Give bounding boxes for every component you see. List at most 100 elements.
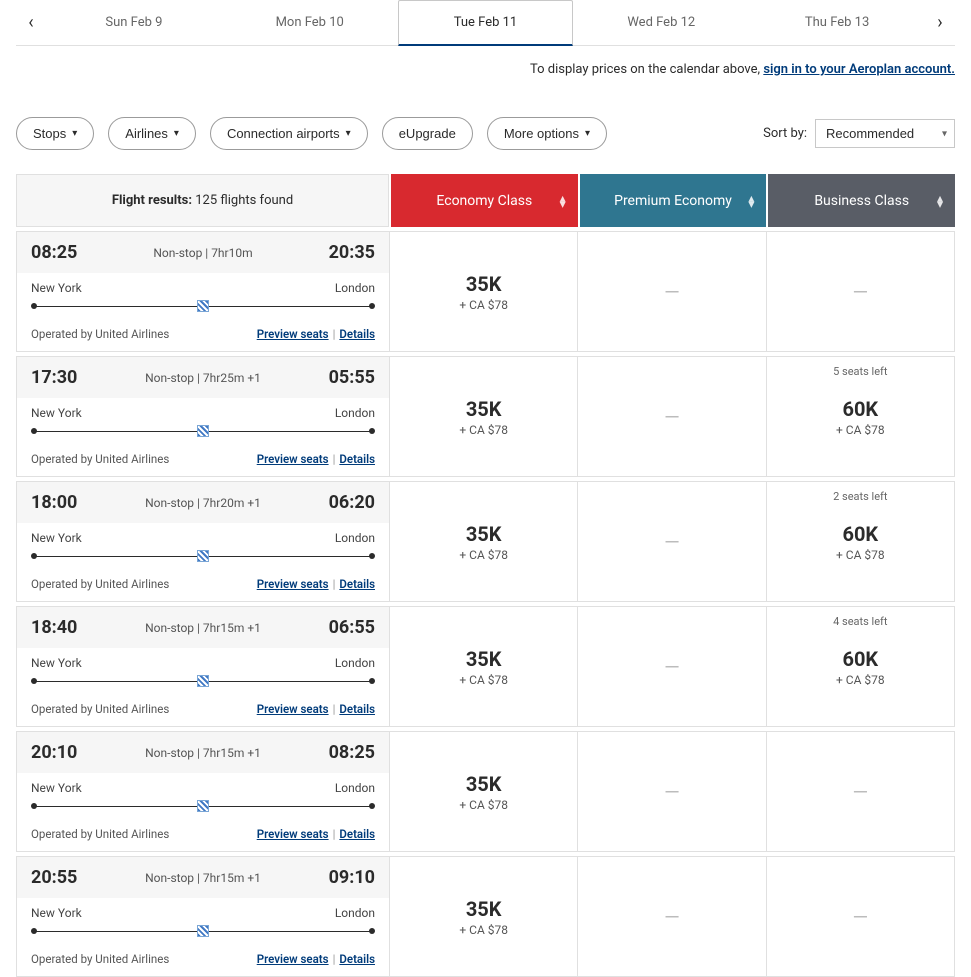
filter-connection-airports[interactable]: Connection airports▾ [210, 117, 368, 150]
price-cell-economy[interactable]: 35K + CA $78 [390, 607, 578, 726]
class-header-business[interactable]: Business Class ▴▾ [768, 174, 955, 227]
price-cell-economy[interactable]: 35K + CA $78 [390, 357, 578, 476]
destination-city: London [335, 531, 375, 545]
sort-label: Sort by: [763, 126, 807, 141]
sort-wrap: Sort by: Recommended [763, 119, 955, 148]
filters-row: Stops▾ Airlines▾ Connection airports▾ eU… [16, 109, 955, 174]
date-prev-button[interactable]: ‹ [16, 0, 46, 45]
caret-down-icon: ▾ [585, 128, 590, 139]
stops-duration: Non-stop | 7hr15m +1 [145, 621, 261, 635]
price-cell-business[interactable]: — [767, 732, 954, 851]
price-cell-premium[interactable]: — [578, 732, 766, 851]
details-link[interactable]: Details [339, 327, 375, 341]
price-cell-premium[interactable]: — [578, 357, 766, 476]
filter-more-options[interactable]: More options▾ [487, 117, 607, 150]
preview-seats-link[interactable]: Preview seats [257, 827, 329, 841]
arrival-time: 20:35 [329, 242, 375, 263]
seats-left: 2 seats left [767, 490, 954, 503]
flight-timeline [31, 926, 375, 936]
caret-down-icon: ▾ [174, 128, 179, 139]
unavailable-dash: — [664, 530, 680, 554]
details-link[interactable]: Details [339, 952, 375, 966]
filter-stops[interactable]: Stops▾ [16, 117, 94, 150]
flight-timeline [31, 676, 375, 686]
price-cell-premium[interactable]: — [578, 857, 766, 976]
date-tab-strip: ‹ Sun Feb 9Mon Feb 10Tue Feb 11Wed Feb 1… [16, 0, 955, 46]
stops-duration: Non-stop | 7hr20m +1 [145, 496, 261, 510]
price-cell-premium[interactable]: — [578, 232, 766, 351]
class-header-premium[interactable]: Premium Economy ▴▾ [580, 174, 767, 227]
unavailable-dash: — [853, 905, 869, 929]
operated-by: Operated by United Airlines [31, 577, 169, 591]
preview-seats-link[interactable]: Preview seats [257, 952, 329, 966]
destination-city: London [335, 906, 375, 920]
price-cell-economy[interactable]: 35K + CA $78 [390, 857, 578, 976]
price-cell-business[interactable]: 4 seats left 60K + CA $78 [767, 607, 954, 726]
operated-by: Operated by United Airlines [31, 452, 169, 466]
sort-select[interactable]: Recommended [815, 119, 955, 148]
points-value: 35K [466, 772, 502, 796]
chevron-right-icon: › [937, 12, 942, 33]
departure-time: 20:55 [31, 867, 77, 888]
price-cell-business[interactable]: 2 seats left 60K + CA $78 [767, 482, 954, 601]
signin-notice-text: To display prices on the calendar above, [530, 62, 763, 77]
details-link[interactable]: Details [339, 827, 375, 841]
origin-city: New York [31, 406, 82, 420]
airline-logo-icon [197, 800, 209, 812]
arrival-time: 06:20 [329, 492, 375, 513]
operated-by: Operated by United Airlines [31, 827, 169, 841]
preview-seats-link[interactable]: Preview seats [257, 452, 329, 466]
preview-seats-link[interactable]: Preview seats [257, 702, 329, 716]
stops-duration: Non-stop | 7hr25m +1 [145, 371, 261, 385]
unavailable-dash: — [664, 405, 680, 429]
points-value: 60K [842, 522, 878, 546]
class-header-economy[interactable]: Economy Class ▴▾ [391, 174, 578, 227]
flight-timeline [31, 801, 375, 811]
flight-info: 08:25 Non-stop | 7hr10m 20:35 New York L… [17, 232, 390, 351]
arrival-time: 08:25 [329, 742, 375, 763]
signin-link[interactable]: sign in to your Aeroplan account. [763, 62, 955, 77]
price-cell-economy[interactable]: 35K + CA $78 [390, 482, 578, 601]
price-cell-business[interactable]: 5 seats left 60K + CA $78 [767, 357, 954, 476]
price-cell-economy[interactable]: 35K + CA $78 [390, 232, 578, 351]
filter-eupgrade[interactable]: eUpgrade [382, 117, 473, 150]
date-tab[interactable]: Tue Feb 11 [398, 0, 574, 46]
details-link[interactable]: Details [339, 702, 375, 716]
operated-by: Operated by United Airlines [31, 952, 169, 966]
details-link[interactable]: Details [339, 452, 375, 466]
flight-info: 18:40 Non-stop | 7hr15m +1 06:55 New Yor… [17, 607, 390, 726]
filter-airlines[interactable]: Airlines▾ [108, 117, 196, 150]
date-next-button[interactable]: › [925, 0, 955, 45]
flight-info: 17:30 Non-stop | 7hr25m +1 05:55 New Yor… [17, 357, 390, 476]
results-count-cell: Flight results: 125 flights found [16, 174, 389, 227]
price-cell-premium[interactable]: — [578, 607, 766, 726]
flight-row: 08:25 Non-stop | 7hr10m 20:35 New York L… [16, 231, 955, 352]
origin-city: New York [31, 906, 82, 920]
date-tab[interactable]: Wed Feb 12 [573, 0, 749, 45]
price-cell-business[interactable]: — [767, 232, 954, 351]
date-tab[interactable]: Mon Feb 10 [222, 0, 398, 45]
results-label: Flight results: [112, 193, 192, 208]
operated-by: Operated by United Airlines [31, 327, 169, 341]
price-cell-premium[interactable]: — [578, 482, 766, 601]
price-cell-economy[interactable]: 35K + CA $78 [390, 732, 578, 851]
preview-seats-link[interactable]: Preview seats [257, 327, 329, 341]
flight-row: 20:55 Non-stop | 7hr15m +1 09:10 New Yor… [16, 856, 955, 977]
sort-icon: ▴▾ [748, 195, 754, 207]
origin-city: New York [31, 281, 82, 295]
points-value: 60K [842, 397, 878, 421]
details-link[interactable]: Details [339, 577, 375, 591]
departure-time: 20:10 [31, 742, 77, 763]
unavailable-dash: — [664, 280, 680, 304]
unavailable-dash: — [853, 280, 869, 304]
airline-logo-icon [197, 550, 209, 562]
date-tab[interactable]: Sun Feb 9 [46, 0, 222, 45]
preview-seats-link[interactable]: Preview seats [257, 577, 329, 591]
airline-logo-icon [197, 425, 209, 437]
points-value: 35K [466, 647, 502, 671]
unavailable-dash: — [853, 780, 869, 804]
departure-time: 18:00 [31, 492, 77, 513]
flight-timeline [31, 426, 375, 436]
date-tab[interactable]: Thu Feb 13 [749, 0, 925, 45]
price-cell-business[interactable]: — [767, 857, 954, 976]
